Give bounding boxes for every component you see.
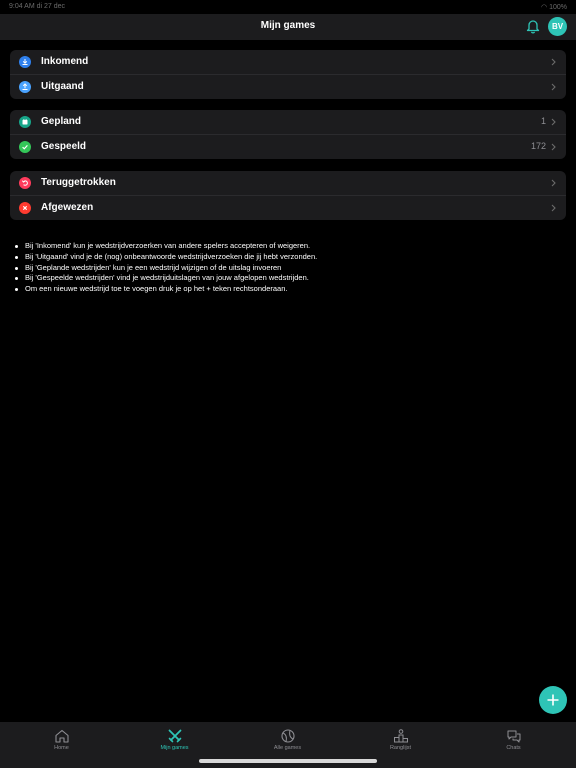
calendar-icon — [19, 116, 31, 128]
chevron-right-icon — [551, 58, 556, 66]
row-label: Uitgaand — [41, 81, 84, 92]
status-time-date: 9:04 AM di 27 dec — [9, 3, 65, 10]
row-label: Gepland — [41, 116, 82, 127]
avatar[interactable]: BV — [548, 17, 567, 36]
tab-home[interactable]: Home — [4, 722, 119, 768]
home-indicator — [199, 759, 377, 763]
ball-icon — [281, 729, 295, 743]
check-icon — [19, 141, 31, 153]
wifi-icon: ◠ — [541, 4, 548, 11]
withdrawn-rejected-group: Teruggetrokken Afgewezen — [10, 171, 566, 220]
close-icon — [19, 202, 31, 214]
chevron-right-icon — [551, 179, 556, 187]
leaderboard-icon — [394, 729, 408, 743]
row-label: Gespeeld — [41, 141, 87, 152]
list-item-gepland[interactable]: Gepland 1 — [10, 110, 566, 134]
tab-label: Mijn games — [160, 745, 189, 751]
tab-chats[interactable]: Chats — [456, 722, 571, 768]
list-item-uitgaand[interactable]: Uitgaand — [10, 74, 566, 99]
list-item-gespeeld[interactable]: Gespeeld 172 — [10, 134, 566, 159]
info-item: Bij 'Uitgaand' vind je de (nog) onbeantw… — [13, 252, 563, 263]
status-time: 9:04 AM — [9, 3, 35, 10]
plus-icon — [547, 694, 559, 706]
navigation-bar: Mijn games BV — [0, 14, 576, 40]
download-icon — [19, 56, 31, 68]
upload-icon — [19, 81, 31, 93]
list-item-afgewezen[interactable]: Afgewezen — [10, 195, 566, 220]
row-count: 172 — [530, 141, 546, 151]
info-list: Bij 'Inkomend' kun je wedstrijdverzoerke… — [13, 241, 563, 295]
row-count: 1 — [540, 116, 546, 126]
list-item-inkomend[interactable]: Inkomend — [10, 50, 566, 74]
list-item-teruggetrokken[interactable]: Teruggetrokken — [10, 171, 566, 195]
bell-icon[interactable] — [526, 18, 540, 34]
status-battery: ◠ 100% — [541, 3, 567, 11]
chevron-right-icon — [551, 204, 556, 212]
crossed-swords-icon — [168, 729, 182, 743]
chat-bubbles-icon — [507, 730, 521, 743]
status-bar: 9:04 AM di 27 dec ◠ 100% — [0, 0, 576, 14]
row-label: Afgewezen — [41, 202, 94, 213]
info-item: Bij 'Gespeelde wedstrijden' vind je weds… — [13, 273, 563, 284]
chevron-right-icon — [551, 118, 556, 126]
tab-label: Chats — [506, 745, 521, 751]
planned-played-group: Gepland 1 Gespeeld 172 — [10, 110, 566, 159]
undo-icon — [19, 177, 31, 189]
info-item: Bij 'Inkomend' kun je wedstrijdverzoerke… — [13, 241, 563, 252]
info-item: Bij 'Geplande wedstrijden' kun je een we… — [13, 263, 563, 274]
add-game-button[interactable] — [539, 686, 567, 714]
row-label: Inkomend — [41, 56, 89, 67]
tab-label: Home — [54, 745, 69, 751]
home-icon — [55, 729, 69, 743]
status-date: di 27 dec — [36, 3, 66, 10]
chevron-right-icon — [551, 143, 556, 151]
incoming-outgoing-group: Inkomend Uitgaand — [10, 50, 566, 99]
info-item: Om een nieuwe wedstrijd toe te voegen dr… — [13, 284, 563, 295]
page-title: Mijn games — [260, 20, 316, 31]
row-label: Teruggetrokken — [41, 177, 116, 188]
tab-label: Alle games — [273, 745, 302, 751]
chevron-right-icon — [551, 83, 556, 91]
battery-level: 100% — [549, 4, 567, 11]
tab-label: Ranglijst — [389, 745, 412, 751]
